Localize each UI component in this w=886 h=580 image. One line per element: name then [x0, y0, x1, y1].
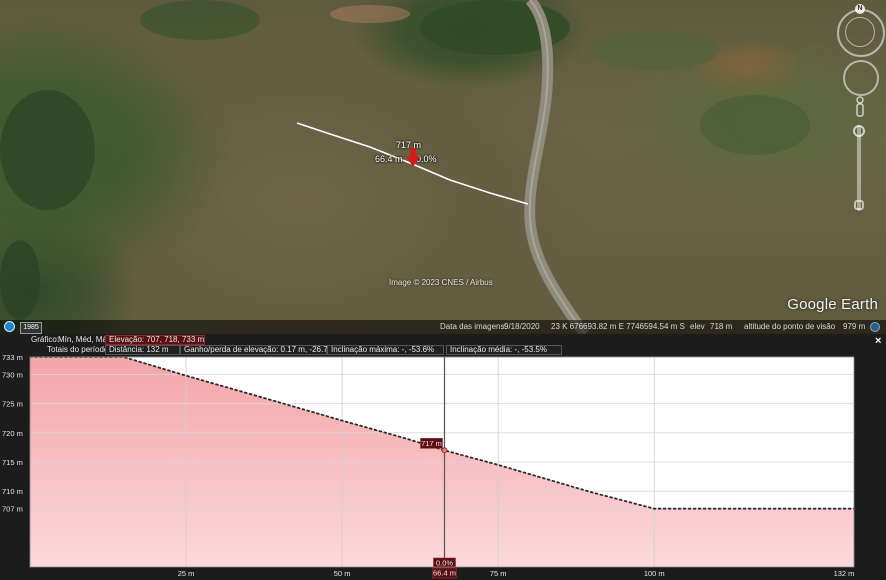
- cursor-distance-label: 66.4 m: [433, 569, 456, 578]
- compass-north-icon[interactable]: N: [855, 4, 865, 14]
- profile-info-row-totals: Totais do período: Distância: 132 m Ganh…: [0, 345, 886, 355]
- profile-info-row-graph: Gráfico: Mín, Méd, Máx Elevação: 707, 71…: [0, 335, 886, 345]
- y-tick-label: 715 m: [2, 458, 23, 467]
- x-tick-label: 100 m: [644, 569, 665, 578]
- y-tick-label: 710 m: [2, 487, 23, 496]
- globe-icon[interactable]: [4, 321, 15, 332]
- elevation-readout: 718 m: [710, 322, 733, 331]
- elevation-label: elev: [690, 322, 705, 331]
- y-tick-label: 730 m: [2, 371, 23, 380]
- earth-3d-view[interactable]: 717 m 66.4 m 0.0% Image © 2023 CNES / Ai…: [0, 0, 886, 334]
- google-earth-logo: Google Earth: [787, 296, 878, 313]
- x-tick-label: 50 m: [334, 569, 351, 578]
- cursor-slope-label: 0.0%: [436, 559, 453, 568]
- imagery-date-label: Data das imagens:: [440, 322, 507, 331]
- elevation-profile-chart[interactable]: 733 m 730 m 725 m 720 m 715 m 710 m 707 m 25 m 5…: [0, 355, 886, 580]
- path-distance-label: 66.4 m: [375, 154, 403, 164]
- min-med-max-label: Mín, Méd, Máx: [58, 335, 111, 344]
- imagery-date: 9/18/2020: [504, 322, 540, 331]
- max-slope-box[interactable]: Inclinação máxima: -, -53.6%: [327, 345, 444, 355]
- eye-altitude-label: altitude do ponto de visão: [744, 322, 836, 331]
- street-view-pegman-icon[interactable]: [855, 96, 865, 118]
- elevation-gain-loss-box[interactable]: Ganho/perda de elevação: 0.17 m, -26.7 m: [180, 345, 337, 355]
- move-joystick[interactable]: [843, 60, 879, 96]
- graph-label: Gráfico:: [31, 335, 60, 344]
- zoom-out-button[interactable]: [854, 200, 864, 210]
- zoom-slider[interactable]: [857, 125, 861, 211]
- position-marker-icon: [406, 148, 420, 167]
- network-status-icon: [870, 322, 880, 332]
- y-tick-label: 720 m: [2, 429, 23, 438]
- y-tick-label: 707 m: [2, 505, 23, 514]
- zoom-slider-thumb[interactable]: [853, 125, 865, 137]
- x-tick-label: 75 m: [490, 569, 507, 578]
- y-tick-label: 733 m: [2, 355, 23, 362]
- eye-altitude-readout: 979 m: [843, 322, 866, 331]
- look-joystick-inner[interactable]: [845, 17, 875, 47]
- historical-imagery-button[interactable]: 1985: [20, 322, 42, 334]
- image-credit: Image © 2023 CNES / Airbus: [389, 278, 493, 287]
- x-tick-label: 25 m: [178, 569, 195, 578]
- x-tick-label: 132 m: [834, 569, 855, 578]
- elevation-stats-box[interactable]: Elevação: 707, 718, 733 m: [105, 335, 205, 345]
- distance-box[interactable]: Distância: 132 m: [105, 345, 180, 355]
- y-tick-label: 725 m: [2, 400, 23, 409]
- totals-label: Totais do período:: [47, 345, 111, 354]
- close-profile-button[interactable]: ×: [875, 336, 881, 347]
- coordinates-readout: 23 K 676693.82 m E 7746594.54 m S: [551, 322, 685, 331]
- status-bar: Data das imagens: 9/18/2020 23 K 676693.…: [0, 320, 886, 334]
- cursor-elevation-label: 717 m: [421, 439, 442, 448]
- average-slope-box[interactable]: Inclinação média: -, -53.5%: [446, 345, 562, 355]
